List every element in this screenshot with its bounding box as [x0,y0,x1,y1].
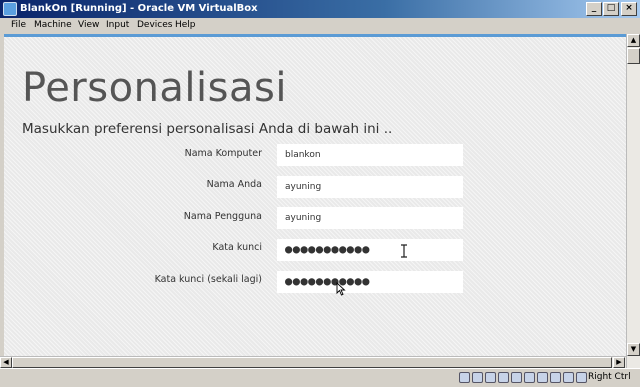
status-bar: Right Ctrl [0,368,640,387]
optical-drive-icon[interactable] [472,372,483,383]
kata-kunci-input[interactable]: ●●●●●●●●●●● [277,239,463,261]
audio-icon[interactable] [485,372,496,383]
horizontal-scroll-thumb[interactable] [12,357,612,368]
label-kata-kunci-ulang: Kata kunci (sekali lagi) [154,274,262,285]
close-button[interactable]: × [621,2,637,16]
label-nama-anda: Nama Anda [206,179,262,190]
virtualbox-app-icon [3,2,17,16]
kata-kunci-ulang-input[interactable]: ●●●●●●●●●●● [277,271,463,293]
scroll-left-icon[interactable]: ◀ [0,357,12,368]
nama-komputer-input[interactable]: blankon [277,144,463,166]
page-title: Personalisasi [22,65,287,111]
text-cursor-icon [401,244,407,258]
display-icon[interactable] [537,372,548,383]
scroll-up-icon[interactable]: ▲ [627,34,640,47]
video-capture-icon[interactable] [550,372,561,383]
vertical-scroll-thumb[interactable] [627,48,640,64]
scroll-down-icon[interactable]: ▼ [627,343,640,356]
usb-icon[interactable] [511,372,522,383]
page-subtitle: Masukkan preferensi personalisasi Anda d… [22,121,393,137]
nama-pengguna-input[interactable]: ayuning [277,207,463,229]
menu-devices[interactable]: Devices [137,20,172,30]
window-title: BlankOn [Running] - Oracle VM VirtualBox [20,3,258,14]
nama-anda-input[interactable]: ayuning [277,176,463,198]
mouse-pointer-icon [336,282,346,296]
host-key-label: Right Ctrl [588,372,631,382]
menu-input[interactable]: Input [106,20,129,30]
window-titlebar[interactable]: BlankOn [Running] - Oracle VM VirtualBox… [0,0,640,18]
menu-view[interactable]: View [78,20,99,30]
menu-bar: File Machine View Input Devices Help [0,18,640,34]
vertical-scrollbar[interactable]: ▲ ▼ [626,34,640,368]
label-kata-kunci: Kata kunci [212,242,262,253]
label-nama-pengguna: Nama Pengguna [183,211,262,222]
horizontal-scrollbar[interactable]: ◀ ▶ [0,356,626,368]
maximize-button[interactable]: □ [603,2,619,16]
shared-folders-icon[interactable] [524,372,535,383]
keyboard-capture-icon[interactable] [576,372,587,383]
menu-machine[interactable]: Machine [34,20,72,30]
menu-file[interactable]: File [11,20,26,30]
scroll-right-icon[interactable]: ▶ [613,357,625,368]
hard-disk-icon[interactable] [459,372,470,383]
menu-help[interactable]: Help [175,20,196,30]
mouse-integration-icon[interactable] [563,372,574,383]
guest-display[interactable]: Personalisasi Masukkan preferensi person… [4,34,626,368]
network-icon[interactable] [498,372,509,383]
minimize-button[interactable]: _ [586,2,602,16]
label-nama-komputer: Nama Komputer [184,148,262,159]
